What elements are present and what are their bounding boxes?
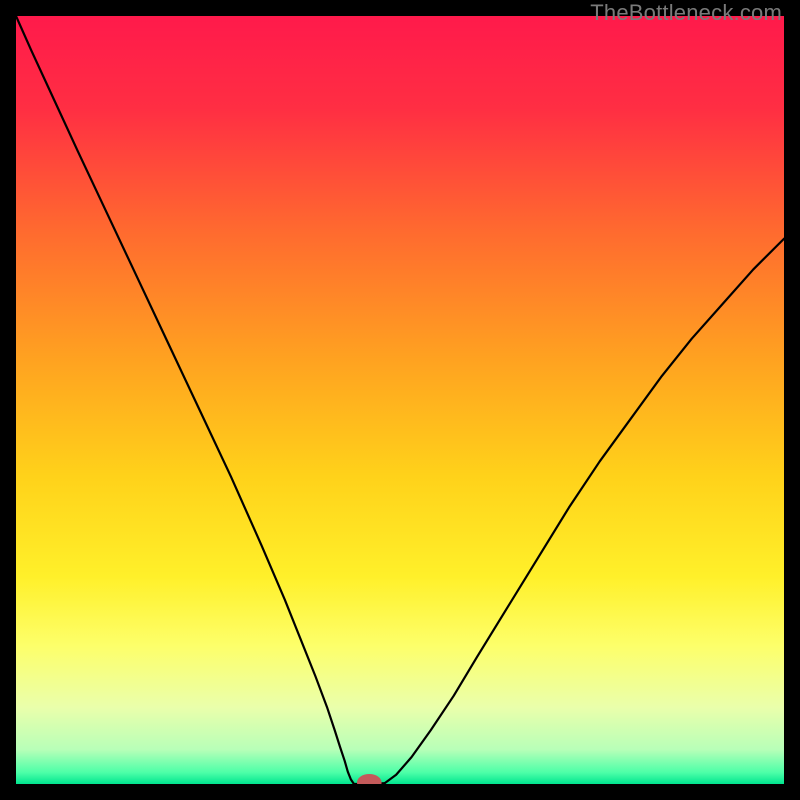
bottleneck-chart bbox=[16, 16, 784, 784]
gradient-rect bbox=[16, 16, 784, 784]
watermark-text: TheBottleneck.com bbox=[590, 0, 782, 26]
plot-frame bbox=[16, 16, 784, 784]
